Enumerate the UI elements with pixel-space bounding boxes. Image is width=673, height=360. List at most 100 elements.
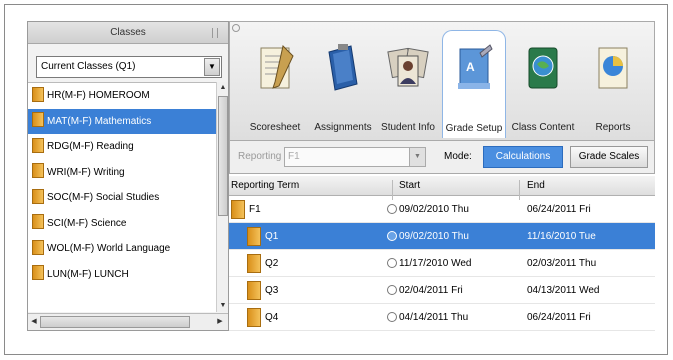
folder-icon — [32, 188, 44, 204]
class-filter-select[interactable]: Current Classes (Q1) ▼ — [36, 56, 222, 78]
main-area: Scoresheet Assignments Student Info A Gr… — [229, 21, 655, 331]
folder-icon — [32, 239, 44, 255]
classes-panel: Classes Current Classes (Q1) ▼ HR(M-F) H… — [27, 21, 229, 331]
classes-panel-title: Classes — [110, 27, 146, 38]
scroll-down-icon[interactable]: ▼ — [217, 300, 229, 312]
table-row[interactable]: Q4 04/14/2011 Thu 06/24/2011 Fri — [229, 304, 655, 331]
term-name: Q3 — [265, 285, 279, 296]
class-item-label: HR(M-F) HOMEROOM — [47, 90, 150, 101]
term-end: 06/24/2011 Fri — [527, 204, 591, 215]
class-item-label: MAT(M-F) Mathematics — [47, 115, 152, 127]
grid-header: Reporting Term Start End — [229, 176, 655, 200]
reporting-terms-grid: Reporting Term Start End F1 09/02/2010 T… — [229, 176, 655, 331]
tool-reports[interactable]: Reports — [580, 30, 646, 138]
table-row[interactable]: F1 09/02/2010 Thu 06/24/2011 Fri — [229, 196, 655, 223]
scroll-up-icon[interactable]: ▲ — [217, 82, 229, 94]
reports-icon — [598, 47, 628, 89]
tool-scoresheet[interactable]: Scoresheet — [242, 30, 308, 138]
term-start: 09/02/2010 Thu — [399, 231, 469, 242]
class-item-science[interactable]: SCI(M-F) Science — [28, 211, 216, 237]
tool-label: Grade Setup — [445, 123, 503, 134]
grade-setup-subbar: Reporting Term: F1 ▼ Mode: Calculations … — [229, 141, 655, 174]
assignments-icon — [328, 44, 358, 91]
tool-label: Class Content — [511, 122, 575, 133]
folder-icon — [247, 308, 261, 327]
student-info-icon — [387, 47, 429, 87]
svg-text:A: A — [466, 60, 475, 74]
chevron-down-icon[interactable]: ▼ — [409, 148, 425, 166]
column-header-end[interactable]: End — [527, 180, 545, 191]
term-start: 02/04/2011 Fri — [399, 285, 463, 296]
collapse-icon[interactable] — [232, 24, 240, 32]
class-item-reading[interactable]: RDG(M-F) Reading — [28, 134, 216, 160]
folder-icon — [247, 281, 261, 300]
class-list: HR(M-F) HOMEROOM MAT(M-F) Mathematics RD… — [28, 82, 216, 312]
toolbar: Scoresheet Assignments Student Info A Gr… — [229, 21, 655, 141]
class-item-social-studies[interactable]: SOC(M-F) Social Studies — [28, 185, 216, 211]
folder-icon — [32, 112, 44, 128]
class-list-vertical-scrollbar[interactable]: ▲ ▼ — [216, 82, 228, 312]
chevron-down-icon[interactable]: ▼ — [204, 58, 220, 76]
scroll-right-icon[interactable]: ▶ — [214, 316, 226, 328]
folder-icon — [247, 254, 261, 273]
class-item-writing[interactable]: WRI(M-F) Writing — [28, 160, 216, 186]
term-name: Q4 — [265, 312, 279, 323]
class-item-label: RDG(M-F) Reading — [47, 141, 134, 152]
tool-grade-setup[interactable]: A Grade Setup — [442, 30, 506, 138]
folder-icon — [32, 137, 44, 153]
grade-setup-icon: A — [458, 44, 493, 89]
term-end: 11/16/2010 Tue — [527, 231, 596, 242]
class-list-horizontal-scrollbar[interactable]: ◀ ▶ — [28, 313, 228, 330]
column-header-reporting-term[interactable]: Reporting Term — [231, 180, 299, 191]
class-item-label: WRI(M-F) Writing — [47, 166, 125, 178]
scrollbar-thumb[interactable] — [218, 96, 228, 216]
folder-icon — [32, 86, 44, 102]
table-row[interactable]: Q3 02/04/2011 Fri 04/13/2011 Wed — [229, 277, 655, 304]
scrollbar-thumb[interactable] — [40, 316, 190, 328]
table-row[interactable]: Q1 09/02/2010 Thu 11/16/2010 Tue — [229, 223, 655, 250]
table-row[interactable]: Q2 11/17/2010 Wed 02/03/2011 Thu — [229, 250, 655, 277]
term-name: Q2 — [265, 258, 279, 269]
clock-icon — [387, 231, 397, 241]
term-end: 04/13/2011 Wed — [527, 285, 600, 296]
class-item-label: SOC(M-F) Social Studies — [47, 192, 160, 203]
calculations-button[interactable]: Calculations — [483, 146, 563, 168]
term-name: Q1 — [265, 231, 279, 242]
term-end: 02/03/2011 Thu — [527, 258, 597, 269]
class-item-label: LUN(M-F) LUNCH — [47, 268, 129, 280]
term-end: 06/24/2011 Fri — [527, 312, 591, 323]
classes-panel-header: Classes — [28, 22, 228, 44]
tool-student-info[interactable]: Student Info — [376, 30, 440, 138]
tool-class-content[interactable]: Class Content — [508, 30, 578, 138]
folder-icon — [32, 163, 44, 179]
reporting-term-select[interactable]: F1 ▼ — [284, 147, 426, 167]
clock-icon — [387, 285, 397, 295]
class-content-icon — [528, 47, 558, 89]
class-item-mathematics[interactable]: MAT(M-F) Mathematics — [28, 108, 216, 134]
class-item-world-language[interactable]: WOL(M-F) World Language — [28, 236, 216, 262]
scoresheet-icon — [260, 45, 294, 89]
mode-label: Mode: — [444, 151, 472, 162]
folder-icon — [231, 200, 245, 219]
grade-scales-button[interactable]: Grade Scales — [570, 146, 648, 168]
term-start: 11/17/2010 Wed — [399, 258, 472, 269]
term-name: F1 — [249, 204, 261, 215]
class-item-lunch[interactable]: LUN(M-F) LUNCH — [28, 262, 216, 288]
folder-icon — [32, 214, 44, 230]
tool-label: Assignments — [314, 122, 372, 133]
class-filter-value: Current Classes (Q1) — [41, 61, 136, 72]
clock-icon — [387, 312, 397, 322]
class-item-homeroom[interactable]: HR(M-F) HOMEROOM — [28, 83, 216, 109]
folder-icon — [32, 265, 44, 281]
class-item-label: SCI(M-F) Science — [47, 217, 127, 229]
folder-icon — [247, 227, 261, 246]
column-header-start[interactable]: Start — [399, 180, 420, 191]
term-start: 04/14/2011 Thu — [399, 312, 469, 323]
tool-label: Student Info — [381, 122, 435, 133]
term-start: 09/02/2010 Thu — [399, 204, 469, 215]
tool-assignments[interactable]: Assignments — [310, 30, 376, 138]
class-item-label: WOL(M-F) World Language — [47, 243, 171, 254]
panel-resize-grip[interactable] — [212, 28, 218, 38]
clock-icon — [387, 258, 397, 268]
scroll-left-icon[interactable]: ◀ — [28, 316, 40, 328]
